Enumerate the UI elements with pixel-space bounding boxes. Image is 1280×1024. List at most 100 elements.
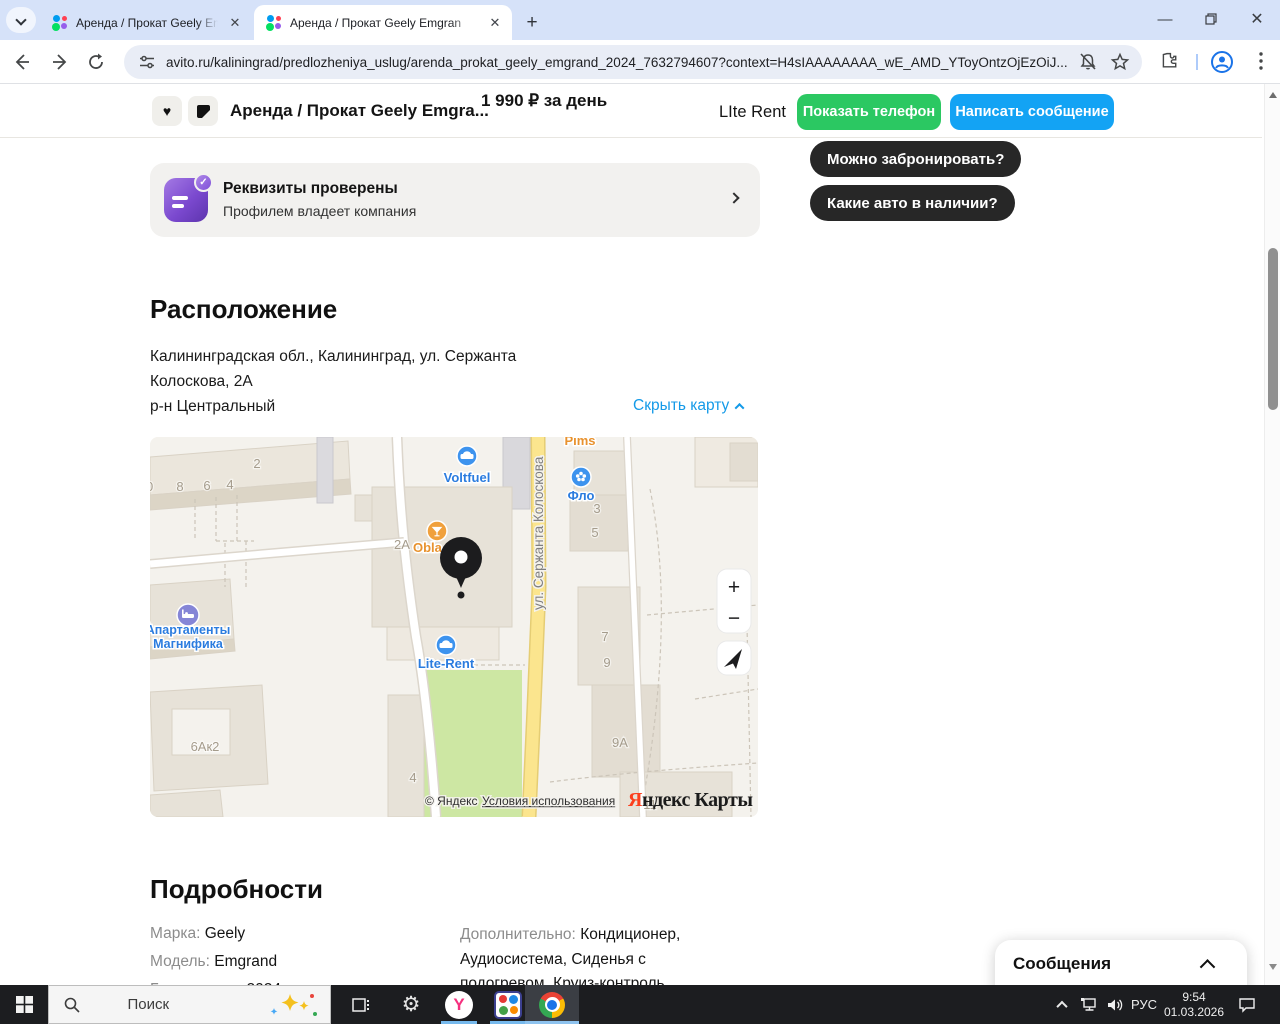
window-close-button[interactable]: ✕ (1234, 0, 1280, 38)
zoom-out-button[interactable]: − (728, 607, 740, 630)
bookmark-star-icon[interactable] (1110, 52, 1130, 72)
windows-logo-icon (15, 996, 33, 1013)
favorite-button[interactable]: ♥ (152, 96, 182, 126)
svg-text:4: 4 (226, 477, 233, 492)
scrollbar-thumb[interactable] (1268, 248, 1278, 410)
quick-question-availability[interactable]: Какие авто в наличии? (810, 185, 1015, 221)
svg-text:2: 2 (253, 456, 260, 471)
yandex-browser-icon: Y (445, 990, 473, 1019)
notification-bubble-icon (1239, 997, 1255, 1013)
tab-close-icon[interactable]: ✕ (486, 14, 504, 32)
screen: Аренда / Прокат Geely Emgran ✕ Аренда / … (0, 0, 1280, 1024)
scroll-up-arrow[interactable] (1269, 92, 1277, 98)
svg-text:Апартаменты: Апартаменты (150, 623, 230, 637)
chrome-icon (539, 991, 565, 1018)
task-view-icon (352, 997, 369, 1012)
gear-icon: ⚙ (401, 993, 421, 1016)
chevron-right-icon (728, 192, 740, 204)
svg-text:6: 6 (203, 478, 210, 493)
listing-address: Калининградская обл., Калининград, ул. С… (150, 344, 516, 419)
language-indicator[interactable]: РУС (1128, 985, 1160, 1024)
messages-title: Сообщения (1013, 954, 1111, 973)
address-line-2: Колоскова, 2А (150, 373, 253, 390)
clock[interactable]: 9:54 01.03.2026 (1160, 985, 1228, 1024)
svg-text:9: 9 (603, 655, 610, 670)
speaker-icon (1108, 999, 1123, 1010)
date: 01.03.2026 (1163, 1004, 1225, 1019)
svg-text:6Ак2: 6Ак2 (191, 739, 220, 754)
chevron-down-icon (15, 14, 27, 26)
browser-tab-inactive[interactable]: Аренда / Прокат Geely Emgran ✕ (40, 5, 252, 40)
verified-title: Реквизиты проверены (223, 180, 398, 197)
details-heading: Подробности (150, 874, 323, 904)
window-minimize-button[interactable]: — (1142, 0, 1188, 38)
yandex-maps-logo: Я ндекс Карты (628, 789, 754, 811)
reload-button[interactable] (86, 52, 106, 72)
show-phone-button[interactable]: Показать телефон (797, 94, 941, 130)
address-line-1: Калининградская обл., Калининград, ул. С… (150, 348, 517, 365)
verified-requisites-card[interactable]: ✓ Реквизиты проверены Профилем владеет к… (150, 163, 760, 237)
svg-text:ндекс Карты: ндекс Карты (642, 789, 753, 811)
toolbar-separator (1196, 54, 1198, 70)
svg-text:Lite-Rent: Lite-Rent (418, 656, 475, 671)
url-text[interactable]: avito.ru/kaliningrad/predlozheniya_uslug… (166, 55, 1078, 70)
write-message-button[interactable]: Написать сообщение (950, 94, 1114, 130)
verified-subtitle: Профилем владеет компания (223, 203, 417, 219)
svg-text:4: 4 (409, 770, 416, 785)
hide-map-link[interactable]: Скрыть карту (633, 397, 745, 415)
chrome-button-active[interactable] (525, 985, 579, 1024)
map-zoom-controls: + − (716, 568, 752, 676)
map-copyright: © Яндекс (425, 794, 478, 808)
svg-text:Магнифика: Магнифика (153, 637, 224, 651)
window-restore-button[interactable] (1188, 0, 1234, 38)
note-button[interactable] (188, 96, 218, 126)
menu-dots-icon[interactable] (1252, 50, 1270, 72)
start-button[interactable] (0, 985, 48, 1024)
svg-text:Obla: Obla (413, 540, 443, 555)
notification-center-button[interactable] (1232, 985, 1262, 1024)
scrollbar[interactable] (1264, 84, 1280, 985)
forward-button[interactable] (50, 52, 70, 72)
search-icon (64, 997, 80, 1013)
new-tab-button[interactable]: + (518, 9, 546, 37)
map-street-label: ул. Сержанта Колоскова (531, 456, 546, 610)
tab-search-button[interactable] (6, 7, 36, 33)
network-tray-icon[interactable] (1076, 985, 1102, 1024)
zoom-in-button[interactable]: + (728, 576, 740, 599)
settings-button[interactable]: ⚙ (390, 985, 432, 1024)
seller-name[interactable]: LIte Rent (719, 103, 786, 122)
svg-text:3: 3 (593, 501, 600, 516)
svg-text:Я: Я (628, 789, 643, 811)
listing-price: 1 990 ₽ за день (481, 91, 608, 110)
avito-favicon (266, 14, 282, 31)
back-button[interactable] (12, 52, 32, 72)
quick-question-book[interactable]: Можно забронировать? (810, 141, 1022, 177)
volume-tray-icon[interactable] (1102, 985, 1128, 1024)
tab-close-icon[interactable]: ✕ (226, 14, 244, 32)
svg-text:8: 8 (176, 479, 183, 494)
yandex-map[interactable]: ул. Сержанта Колоскова 10 8 6 4 2 2А 3 5… (150, 437, 758, 817)
url-bar[interactable]: avito.ru/kaliningrad/predlozheniya_uslug… (124, 45, 1142, 79)
detail-row-brand: Марка: Geely (150, 925, 246, 942)
svg-text:9А: 9А (612, 735, 628, 750)
svg-text:10: 10 (150, 479, 153, 494)
map-terms-link[interactable]: Условия использования (481, 793, 617, 810)
verified-document-icon: ✓ (164, 173, 213, 222)
extensions-icon[interactable] (1158, 50, 1180, 72)
tab-title: Аренда / Прокат Geely Emgran (290, 15, 462, 30)
scroll-down-arrow[interactable] (1269, 964, 1277, 970)
profile-avatar-icon[interactable] (1210, 50, 1234, 74)
chevron-up-icon[interactable] (1199, 958, 1216, 976)
yandex-browser-button[interactable]: Y (438, 985, 480, 1024)
taskbar-search[interactable] (48, 985, 331, 1024)
map-poi-pims-label[interactable]: Pims (563, 437, 597, 450)
site-controls-icon[interactable] (138, 53, 156, 71)
notifications-blocked-icon[interactable] (1078, 52, 1098, 72)
location-heading: Расположение (150, 294, 338, 324)
dots-app-button[interactable] (487, 985, 529, 1024)
tray-expand-button[interactable] (1050, 985, 1074, 1024)
tab-title: Аренда / Прокат Geely Emgran (76, 15, 218, 30)
browser-tab-active[interactable]: Аренда / Прокат Geely Emgran ✕ (254, 5, 512, 40)
task-view-button[interactable] (340, 985, 382, 1024)
copilot-sparkles-icon (270, 994, 317, 1016)
